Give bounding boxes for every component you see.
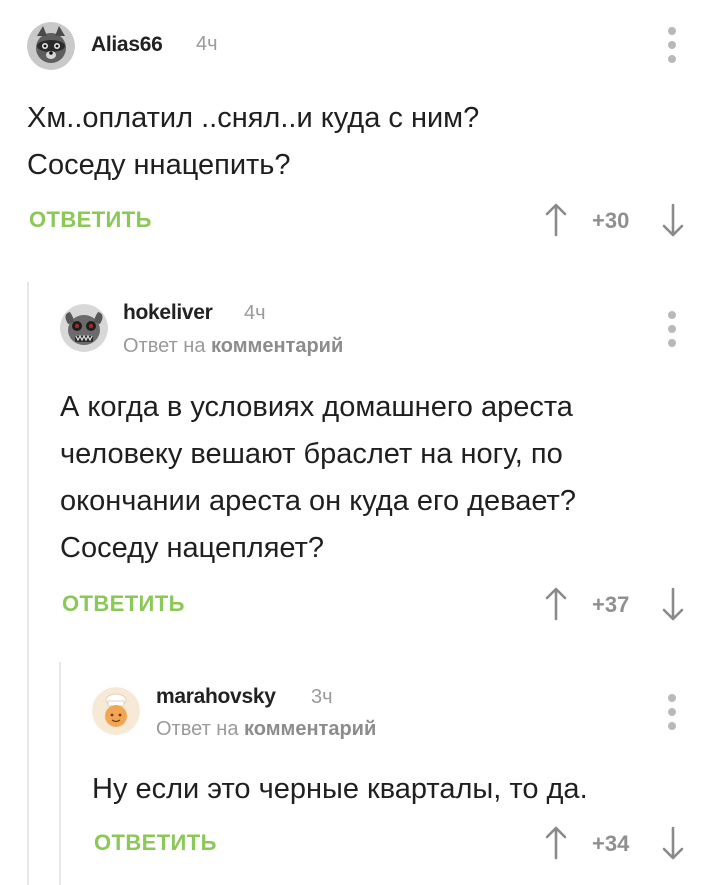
comment-username[interactable]: Alias66	[91, 33, 163, 57]
comment-text-line: Соседу нацепляет?	[60, 532, 325, 564]
comment-time: 4ч	[244, 302, 266, 324]
comment-rating: +30	[592, 208, 630, 233]
reply-to-prefix: Ответ на	[156, 718, 239, 740]
downvote-arrow-icon[interactable]	[662, 826, 684, 860]
reply-to-link[interactable]: комментарий	[211, 335, 343, 357]
thread-line-level-2	[59, 662, 61, 885]
reply-to-line: Ответ на комментарий	[156, 718, 376, 741]
comment-time: 3ч	[311, 686, 333, 708]
comment-text-line: Соседу ннацепить?	[27, 149, 291, 181]
more-options-icon[interactable]	[666, 311, 678, 347]
more-options-icon[interactable]	[666, 27, 678, 63]
creature-avatar-icon[interactable]	[60, 304, 108, 352]
comment-rating: +37	[592, 592, 630, 617]
comment-rating: +34	[592, 831, 630, 856]
comment-text-line: Хм..оплатил ..снял..и куда с ним?	[27, 102, 480, 134]
reply-button[interactable]: ОТВЕТИТЬ	[94, 830, 217, 856]
raccoon-avatar-icon[interactable]	[27, 22, 75, 70]
upvote-arrow-icon[interactable]	[545, 203, 567, 237]
reply-to-line: Ответ на комментарий	[123, 335, 343, 358]
comment-time: 4ч	[196, 33, 218, 55]
comment-text-line: окончании ареста он куда его девает?	[60, 485, 576, 517]
downvote-arrow-icon[interactable]	[662, 203, 684, 237]
comment-text: Ну если это черные кварталы, то да.	[92, 766, 588, 813]
comment-text-line: А когда в условиях домашнего ареста	[60, 391, 573, 423]
upvote-arrow-icon[interactable]	[545, 587, 567, 621]
thread-line-level-1	[27, 282, 29, 885]
comment-username[interactable]: marahovsky	[156, 685, 276, 709]
comment-text: А когда в условиях домашнего ареста чело…	[60, 384, 576, 572]
reply-button[interactable]: ОТВЕТИТЬ	[29, 207, 152, 233]
chef-avatar-icon[interactable]	[92, 687, 140, 735]
reply-to-link[interactable]: комментарий	[244, 718, 376, 740]
comment-text-line: человеку вешают браслет на ногу, по	[60, 438, 563, 470]
reply-to-prefix: Ответ на	[123, 335, 206, 357]
reply-button[interactable]: ОТВЕТИТЬ	[62, 591, 185, 617]
downvote-arrow-icon[interactable]	[662, 587, 684, 621]
more-options-icon[interactable]	[666, 694, 678, 730]
comment-username[interactable]: hokeliver	[123, 301, 213, 325]
comment-text-line: Ну если это черные кварталы, то да.	[92, 773, 588, 805]
comment-text: Хм..оплатил ..снял..и куда с ним? Соседу…	[27, 95, 479, 189]
upvote-arrow-icon[interactable]	[545, 826, 567, 860]
